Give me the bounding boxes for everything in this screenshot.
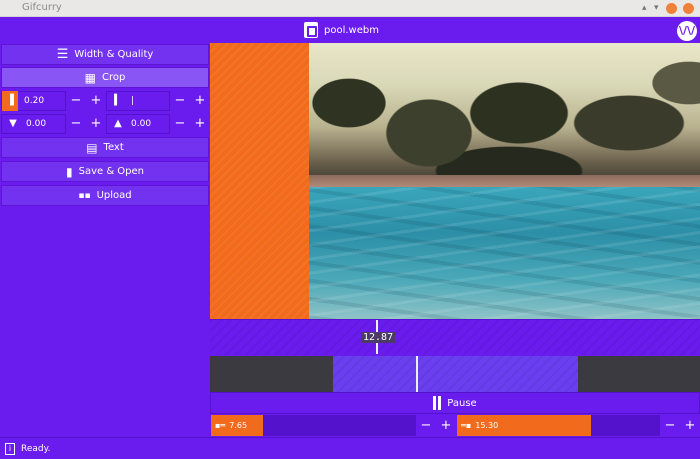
upload-label: Upload [96, 190, 132, 201]
info-icon: i [5, 442, 15, 455]
end-time-increase-button[interactable]: + [680, 416, 700, 436]
left-crop-field[interactable]: ▐ 0.20 [1, 91, 66, 111]
bottom-crop-decrease-button[interactable]: − [170, 114, 190, 134]
sidebar: ☰ Width & Quality ▦ Crop ▐ 0.20 − + ▍ | … [0, 43, 210, 436]
file-icon: ▮ [65, 164, 73, 179]
crop-overlay[interactable] [210, 43, 309, 319]
width-quality-icon: ☰ [56, 47, 69, 62]
chevron-up-icon[interactable]: ▴ [642, 4, 647, 13]
crop-label: Crop [102, 72, 126, 83]
save-open-label: Save & Open [78, 166, 145, 177]
bottom-crop-value: 0.00 [131, 119, 152, 129]
bottom-crop-increase-button[interactable]: + [190, 114, 210, 134]
crop-left-icon: ▐ [2, 91, 18, 111]
upload-icon: ▪▪ [78, 190, 91, 201]
text-label: Text [103, 142, 124, 153]
title-bar: Gifcurry ▴ ▾ [0, 0, 700, 17]
timeline-selected-range[interactable] [333, 356, 578, 392]
video-frame-trees [309, 53, 700, 183]
right-crop-increase-button[interactable]: + [190, 91, 210, 111]
status-bar: i Ready. [0, 437, 700, 459]
start-time-icon: ▪═ [215, 421, 226, 430]
current-time: 12.87 [361, 332, 396, 343]
crop-icon: ▦ [84, 70, 96, 85]
start-time-value: 7.65 [229, 421, 248, 430]
upload-button[interactable]: ▪▪ Upload [1, 185, 209, 206]
text-button[interactable]: ▤ Text [1, 137, 209, 158]
width-quality-label: Width & Quality [74, 49, 154, 60]
playhead[interactable] [416, 356, 418, 392]
video-file-icon [304, 22, 318, 38]
close-button[interactable] [683, 3, 694, 14]
start-time-field[interactable]: ▪═ 7.65 [211, 415, 263, 436]
pause-label: Pause [447, 397, 477, 409]
start-time-decrease-button[interactable]: − [416, 416, 436, 436]
video-frame-water [309, 187, 700, 319]
end-time-decrease-button[interactable]: − [660, 416, 680, 436]
end-time-track[interactable] [591, 415, 660, 436]
crop-bottom-icon: ▲ [114, 118, 122, 129]
header-bar: pool.webm \/\/ [0, 17, 700, 43]
right-crop-value: | [131, 96, 135, 106]
file-title[interactable]: pool.webm [304, 21, 379, 39]
timeline-seek-bar[interactable] [210, 319, 700, 355]
start-time-track[interactable] [263, 415, 416, 436]
end-time-field[interactable]: ═▪ 15.30 [457, 415, 591, 436]
save-open-button[interactable]: ▮ Save & Open [1, 161, 209, 182]
video-frame-pool-edge [309, 175, 700, 187]
crop-button[interactable]: ▦ Crop [1, 67, 209, 88]
top-crop-field[interactable]: ▼ 0.00 [1, 114, 66, 134]
bottom-crop-field[interactable]: ▲ 0.00 [106, 114, 170, 134]
left-crop-increase-button[interactable]: + [86, 91, 106, 111]
end-time-icon: ═▪ [461, 421, 472, 430]
width-quality-button[interactable]: ☰ Width & Quality [1, 44, 209, 65]
text-document-icon: ▤ [86, 140, 98, 155]
pause-button[interactable]: Pause [210, 392, 700, 414]
left-crop-decrease-button[interactable]: − [66, 91, 86, 111]
gifcurry-logo-icon[interactable]: \/\/ [677, 21, 697, 41]
top-crop-increase-button[interactable]: + [86, 114, 106, 134]
right-crop-decrease-button[interactable]: − [170, 91, 190, 111]
top-crop-value: 0.00 [26, 119, 47, 129]
crop-top-icon: ▼ [9, 118, 17, 129]
video-preview[interactable] [210, 43, 700, 319]
crop-right-icon: ▍ [114, 95, 122, 106]
start-time-increase-button[interactable]: + [436, 416, 456, 436]
end-time-value: 15.30 [475, 421, 499, 430]
pause-icon [433, 396, 442, 410]
top-crop-decrease-button[interactable]: − [66, 114, 86, 134]
app-window: Gifcurry ▴ ▾ pool.webm \/\/ ☰ Width & Qu… [0, 0, 700, 459]
file-name: pool.webm [324, 24, 379, 36]
left-crop-value: 0.20 [24, 96, 45, 106]
right-crop-field[interactable]: ▍ | [106, 91, 170, 111]
chevron-down-icon[interactable]: ▾ [654, 4, 659, 13]
window-title: Gifcurry [22, 2, 62, 13]
status-text: Ready. [21, 443, 51, 454]
minimize-button[interactable] [666, 3, 677, 14]
